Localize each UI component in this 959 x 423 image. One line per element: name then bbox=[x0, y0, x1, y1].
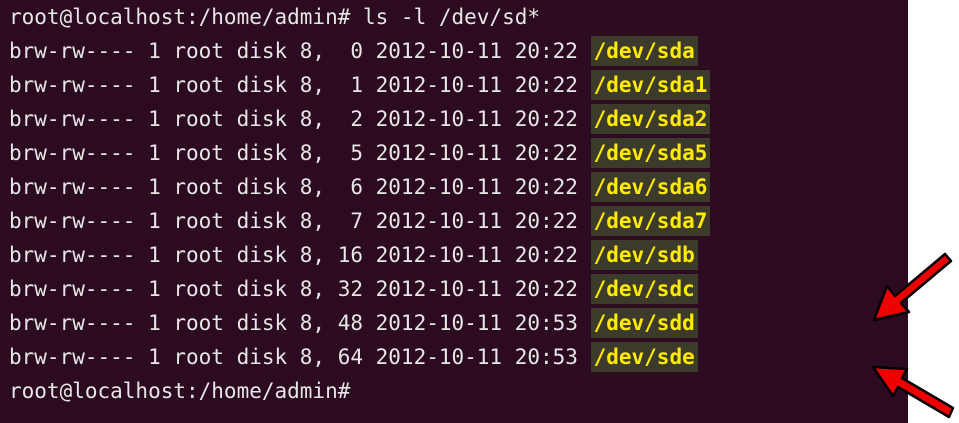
device-name: /dev/sdc bbox=[590, 274, 698, 304]
ls-entry-meta: brw-rw---- 1 root disk 8, 5 2012-10-11 2… bbox=[9, 141, 591, 165]
terminal-window[interactable]: root@localhost:/home/admin# ls -l /dev/s… bbox=[0, 0, 908, 423]
device-name: /dev/sdd bbox=[590, 308, 698, 338]
ls-entry-meta: brw-rw---- 1 root disk 8, 16 2012-10-11 … bbox=[9, 243, 591, 267]
final-prompt-line: root@localhost:/home/admin# bbox=[9, 379, 351, 403]
ls-entry-row: brw-rw---- 1 root disk 8, 5 2012-10-11 2… bbox=[9, 136, 711, 170]
ls-entry-meta: brw-rw---- 1 root disk 8, 7 2012-10-11 2… bbox=[9, 209, 591, 233]
ls-entry-row: brw-rw---- 1 root disk 8, 6 2012-10-11 2… bbox=[9, 170, 711, 204]
device-name: /dev/sda5 bbox=[590, 138, 711, 168]
ls-entry-row: brw-rw---- 1 root disk 8, 7 2012-10-11 2… bbox=[9, 204, 711, 238]
ls-entry-meta: brw-rw---- 1 root disk 8, 2 2012-10-11 2… bbox=[9, 107, 591, 131]
device-name: /dev/sda1 bbox=[590, 70, 711, 100]
ls-entry-meta: brw-rw---- 1 root disk 8, 32 2012-10-11 … bbox=[9, 277, 591, 301]
ls-entry-row: brw-rw---- 1 root disk 8, 0 2012-10-11 2… bbox=[9, 34, 698, 68]
ls-entry-row: brw-rw---- 1 root disk 8, 48 2012-10-11 … bbox=[9, 306, 698, 340]
device-name: /dev/sde bbox=[590, 342, 698, 372]
ls-entry-meta: brw-rw---- 1 root disk 8, 0 2012-10-11 2… bbox=[9, 39, 591, 63]
device-name: /dev/sda bbox=[590, 36, 698, 66]
command-prompt-line: root@localhost:/home/admin# ls -l /dev/s… bbox=[9, 5, 541, 29]
ls-entry-meta: brw-rw---- 1 root disk 8, 1 2012-10-11 2… bbox=[9, 73, 591, 97]
ls-entry-row: brw-rw---- 1 root disk 8, 64 2012-10-11 … bbox=[9, 340, 698, 374]
device-name: /dev/sda6 bbox=[590, 172, 711, 202]
ls-entry-meta: brw-rw---- 1 root disk 8, 48 2012-10-11 … bbox=[9, 311, 591, 335]
ls-entry-row: brw-rw---- 1 root disk 8, 32 2012-10-11 … bbox=[9, 272, 698, 306]
ls-entry-row: brw-rw---- 1 root disk 8, 1 2012-10-11 2… bbox=[9, 68, 711, 102]
ls-entry-row: brw-rw---- 1 root disk 8, 16 2012-10-11 … bbox=[9, 238, 698, 272]
device-name: /dev/sda7 bbox=[590, 206, 711, 236]
device-name: /dev/sdb bbox=[590, 240, 698, 270]
ls-entry-row: brw-rw---- 1 root disk 8, 2 2012-10-11 2… bbox=[9, 102, 711, 136]
ls-entry-meta: brw-rw---- 1 root disk 8, 6 2012-10-11 2… bbox=[9, 175, 591, 199]
device-name: /dev/sda2 bbox=[590, 104, 711, 134]
ls-entry-meta: brw-rw---- 1 root disk 8, 64 2012-10-11 … bbox=[9, 345, 591, 369]
